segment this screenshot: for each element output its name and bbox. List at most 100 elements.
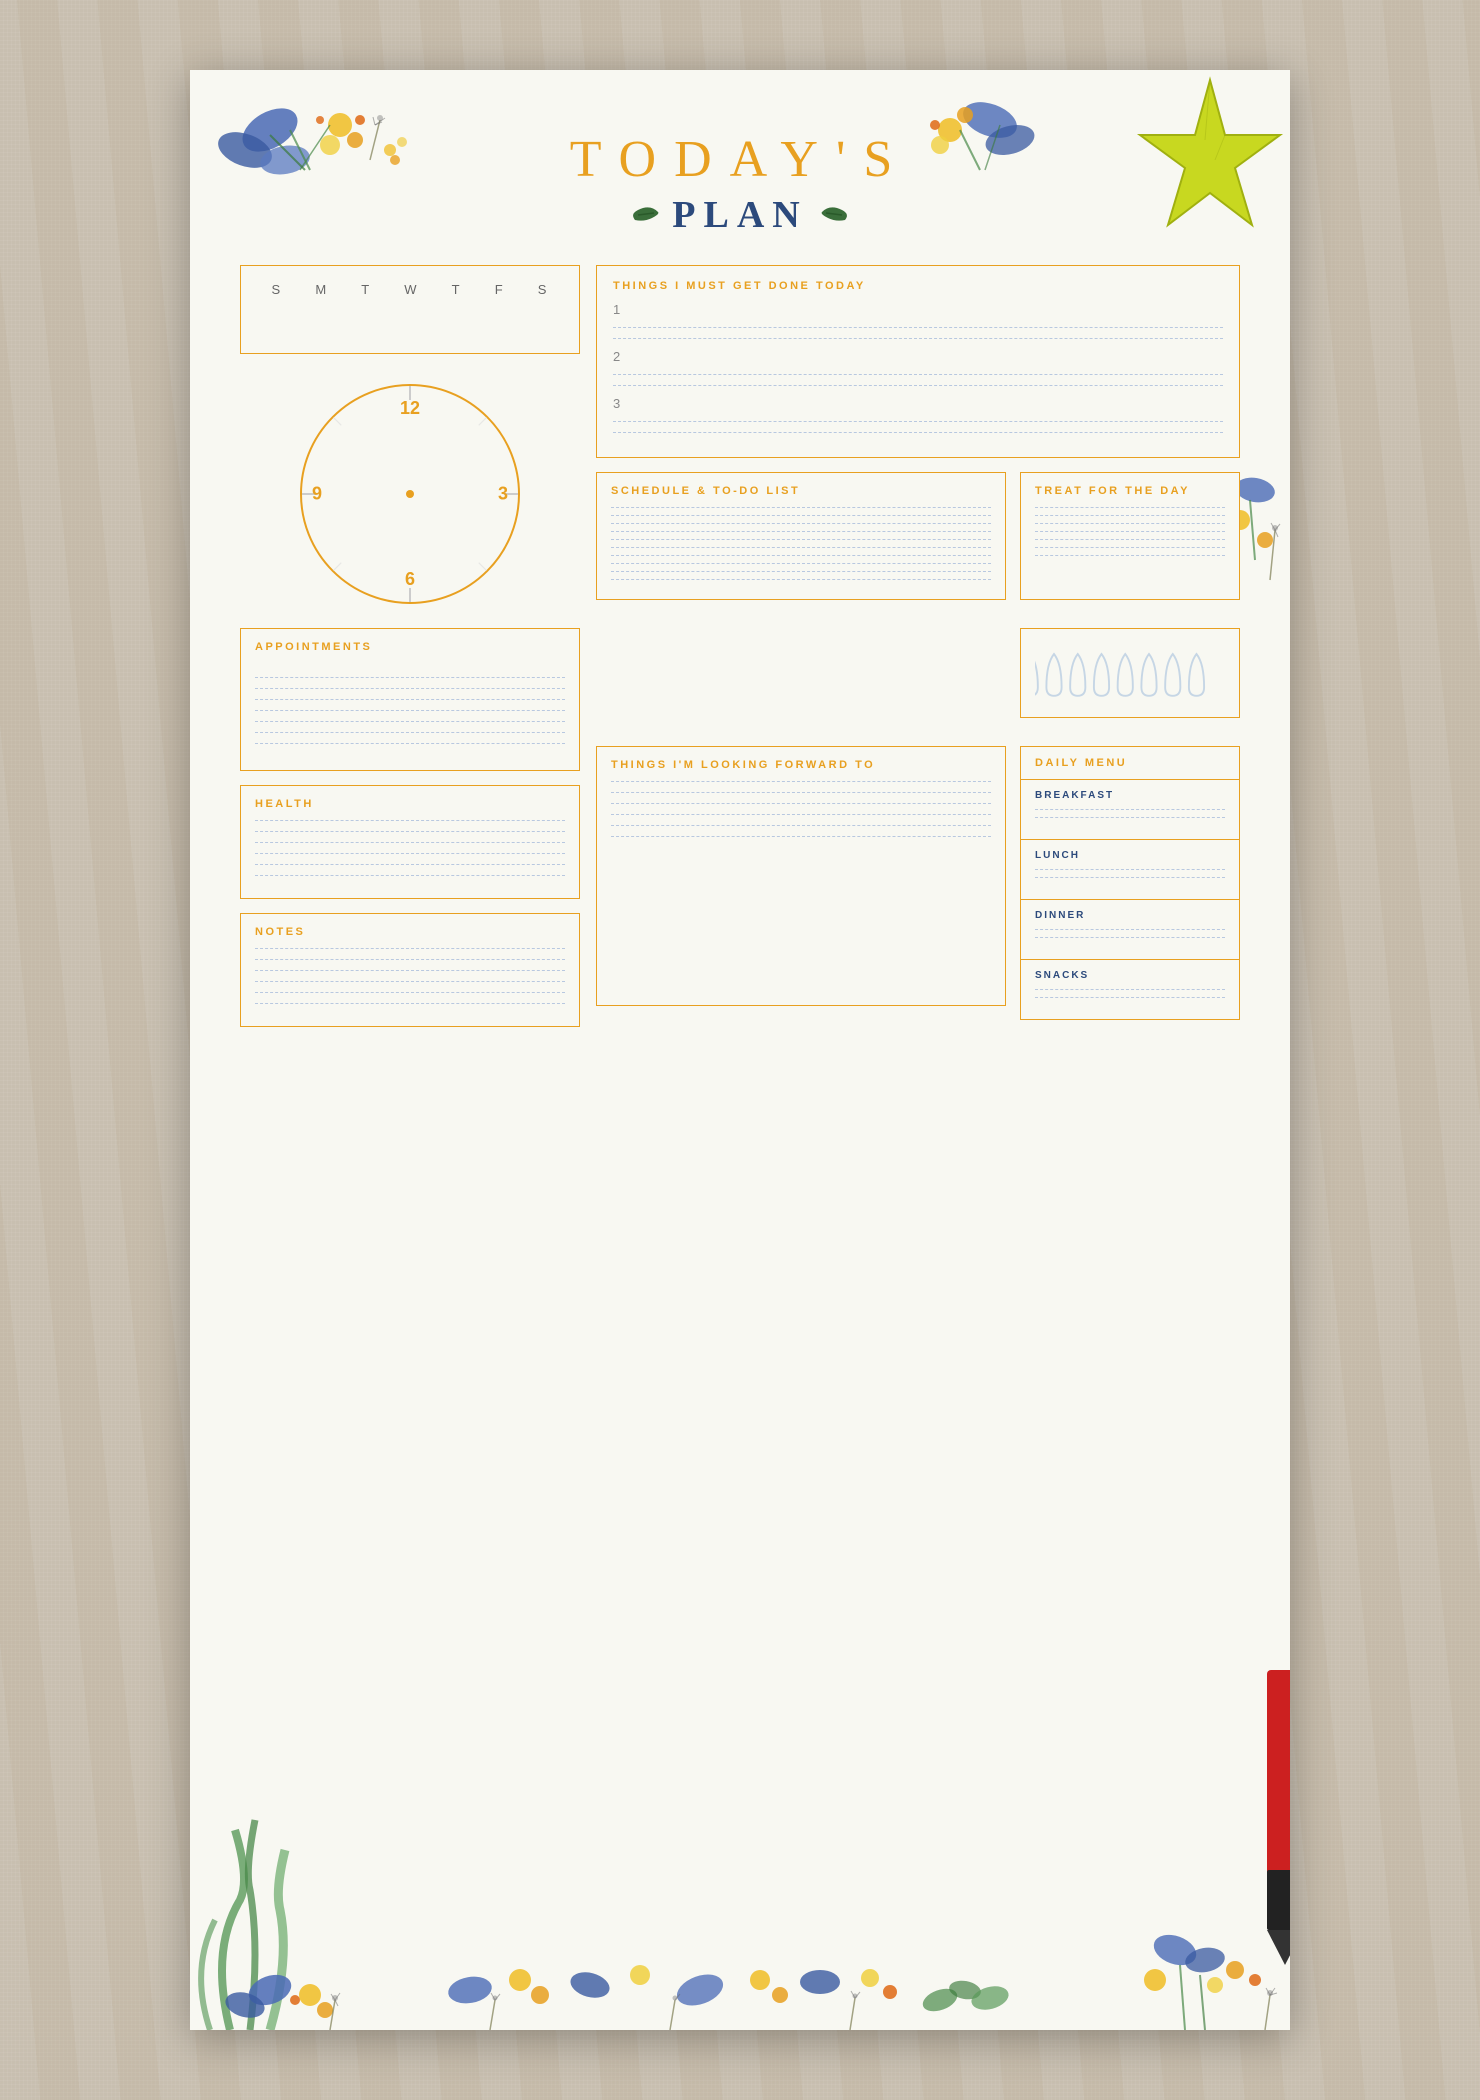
treat-line-6 <box>1035 547 1225 548</box>
floral-bottom-left <box>190 1750 390 2030</box>
lunch-label: LUNCH <box>1035 850 1225 861</box>
appt-line-2 <box>255 688 565 689</box>
day-f: F <box>487 278 513 301</box>
notes-line-6 <box>255 1003 565 1004</box>
water-spacer <box>596 628 1006 732</box>
treat-title: TREAT FOR THE DAY <box>1035 485 1225 497</box>
title-plan: PLAN <box>672 193 807 237</box>
snacks-label: SNACKS <box>1035 970 1225 981</box>
notes-section-left: NOTES <box>240 913 580 1027</box>
appointments-title: APPOINTMENTS <box>255 641 565 653</box>
schedule-treat-row: SCHEDULE & TO-DO LIST TREAT FOR THE DAY <box>596 472 1240 614</box>
health-title: HEALTH <box>255 798 565 810</box>
treat-line-1 <box>1035 507 1225 508</box>
treat-line-2 <box>1035 515 1225 516</box>
task-3-line-b <box>613 432 1223 433</box>
task-2-number: 2 <box>613 349 1223 364</box>
sched-line-2 <box>611 515 991 516</box>
sched-line-10 <box>611 579 991 580</box>
header: TODAY'S PLAN <box>210 90 1270 257</box>
breakfast-line-1 <box>1035 809 1225 810</box>
task-3-line-a <box>613 421 1223 422</box>
left-column: S M T W T F S 12 3 <box>240 265 580 1041</box>
water-drops-section <box>1020 628 1240 718</box>
sched-line-5 <box>611 539 991 540</box>
health-line-3 <box>255 842 565 843</box>
look-line-1 <box>611 781 991 782</box>
sched-line-4 <box>611 531 991 532</box>
health-line-5 <box>255 864 565 865</box>
day-s2: S <box>530 278 557 301</box>
look-line-2 <box>611 792 991 793</box>
title-today: TODAY'S <box>210 130 1270 189</box>
treat-line-5 <box>1035 539 1225 540</box>
sched-line-8 <box>611 563 991 564</box>
things-must-do-title: THINGS I MUST GET DONE TODAY <box>613 280 1223 292</box>
sched-line-3 <box>611 523 991 524</box>
snacks-line-1 <box>1035 989 1225 990</box>
look-line-3 <box>611 803 991 804</box>
sched-line-7 <box>611 555 991 556</box>
schedule-title: SCHEDULE & TO-DO LIST <box>611 485 991 497</box>
task-2-line-b <box>613 385 1223 386</box>
planner-page: TODAY'S PLAN S <box>190 70 1290 2030</box>
floral-bottom-center <box>390 1910 1090 2030</box>
task-1-number: 1 <box>613 302 1223 317</box>
appt-line-3 <box>255 699 565 700</box>
notes-line-3 <box>255 970 565 971</box>
day-s1: S <box>264 278 291 301</box>
treat-section: TREAT FOR THE DAY <box>1020 472 1240 600</box>
notes-line-5 <box>255 992 565 993</box>
task-3-number: 3 <box>613 396 1223 411</box>
daily-menu-title: DAILY MENU <box>1021 747 1239 780</box>
menu-snacks: SNACKS <box>1021 960 1239 1019</box>
main-content: S M T W T F S 1 2 3 <box>210 257 1270 1071</box>
appt-line-6 <box>255 732 565 733</box>
dinner-line-1 <box>1035 929 1225 930</box>
treat-line-4 <box>1035 531 1225 532</box>
week-calendar: S M T W T F S <box>240 265 580 354</box>
title-plan-row: PLAN <box>210 193 1270 237</box>
sched-line-9 <box>611 571 991 572</box>
lunch-line-1 <box>1035 869 1225 870</box>
leaf-left-icon <box>630 201 660 229</box>
health-line-6 <box>255 875 565 876</box>
looking-forward-title: THINGS I'M LOOKING FORWARD TO <box>611 759 991 771</box>
health-line-4 <box>255 853 565 854</box>
clock-container: 12 3 6 9 <box>240 368 580 620</box>
health-lines <box>255 820 565 876</box>
appt-line-7 <box>255 743 565 744</box>
sched-line-1 <box>611 507 991 508</box>
day-t1: T <box>353 278 379 301</box>
treat-line-7 <box>1035 555 1225 556</box>
appt-line-5 <box>255 721 565 722</box>
health-section: HEALTH <box>240 785 580 899</box>
looking-forward-section: THINGS I'M LOOKING FORWARD TO <box>596 746 1006 1006</box>
dinner-label: DINNER <box>1035 910 1225 921</box>
day-w: W <box>396 278 426 301</box>
task-1-line-b <box>613 338 1223 339</box>
menu-dinner: DINNER <box>1021 900 1239 960</box>
floral-bottom-right <box>1115 1830 1290 2030</box>
daily-menu-section: DAILY MENU BREAKFAST LUNCH DINNER <box>1020 746 1240 1020</box>
look-line-5 <box>611 825 991 826</box>
treat-line-3 <box>1035 523 1225 524</box>
menu-box: DAILY MENU BREAKFAST LUNCH DINNER <box>1020 746 1240 1020</box>
notes-title: NOTES <box>255 926 565 938</box>
appt-line-4 <box>255 710 565 711</box>
water-row <box>596 628 1240 732</box>
menu-breakfast: BREAKFAST <box>1021 780 1239 840</box>
dinner-line-2 <box>1035 937 1225 938</box>
breakfast-label: BREAKFAST <box>1035 790 1225 801</box>
leaf-right-icon <box>820 201 850 229</box>
clock-face: 12 3 6 9 <box>300 384 520 604</box>
lunch-line-2 <box>1035 877 1225 878</box>
notes-line-2 <box>255 959 565 960</box>
breakfast-line-2 <box>1035 817 1225 818</box>
things-must-do-section: THINGS I MUST GET DONE TODAY 1 2 3 <box>596 265 1240 458</box>
notes-lines <box>255 948 565 1004</box>
appt-line-1 <box>255 677 565 678</box>
pen-decoration <box>1245 1670 1290 1970</box>
snacks-line-2 <box>1035 997 1225 998</box>
water-drops-svg <box>1035 643 1225 703</box>
